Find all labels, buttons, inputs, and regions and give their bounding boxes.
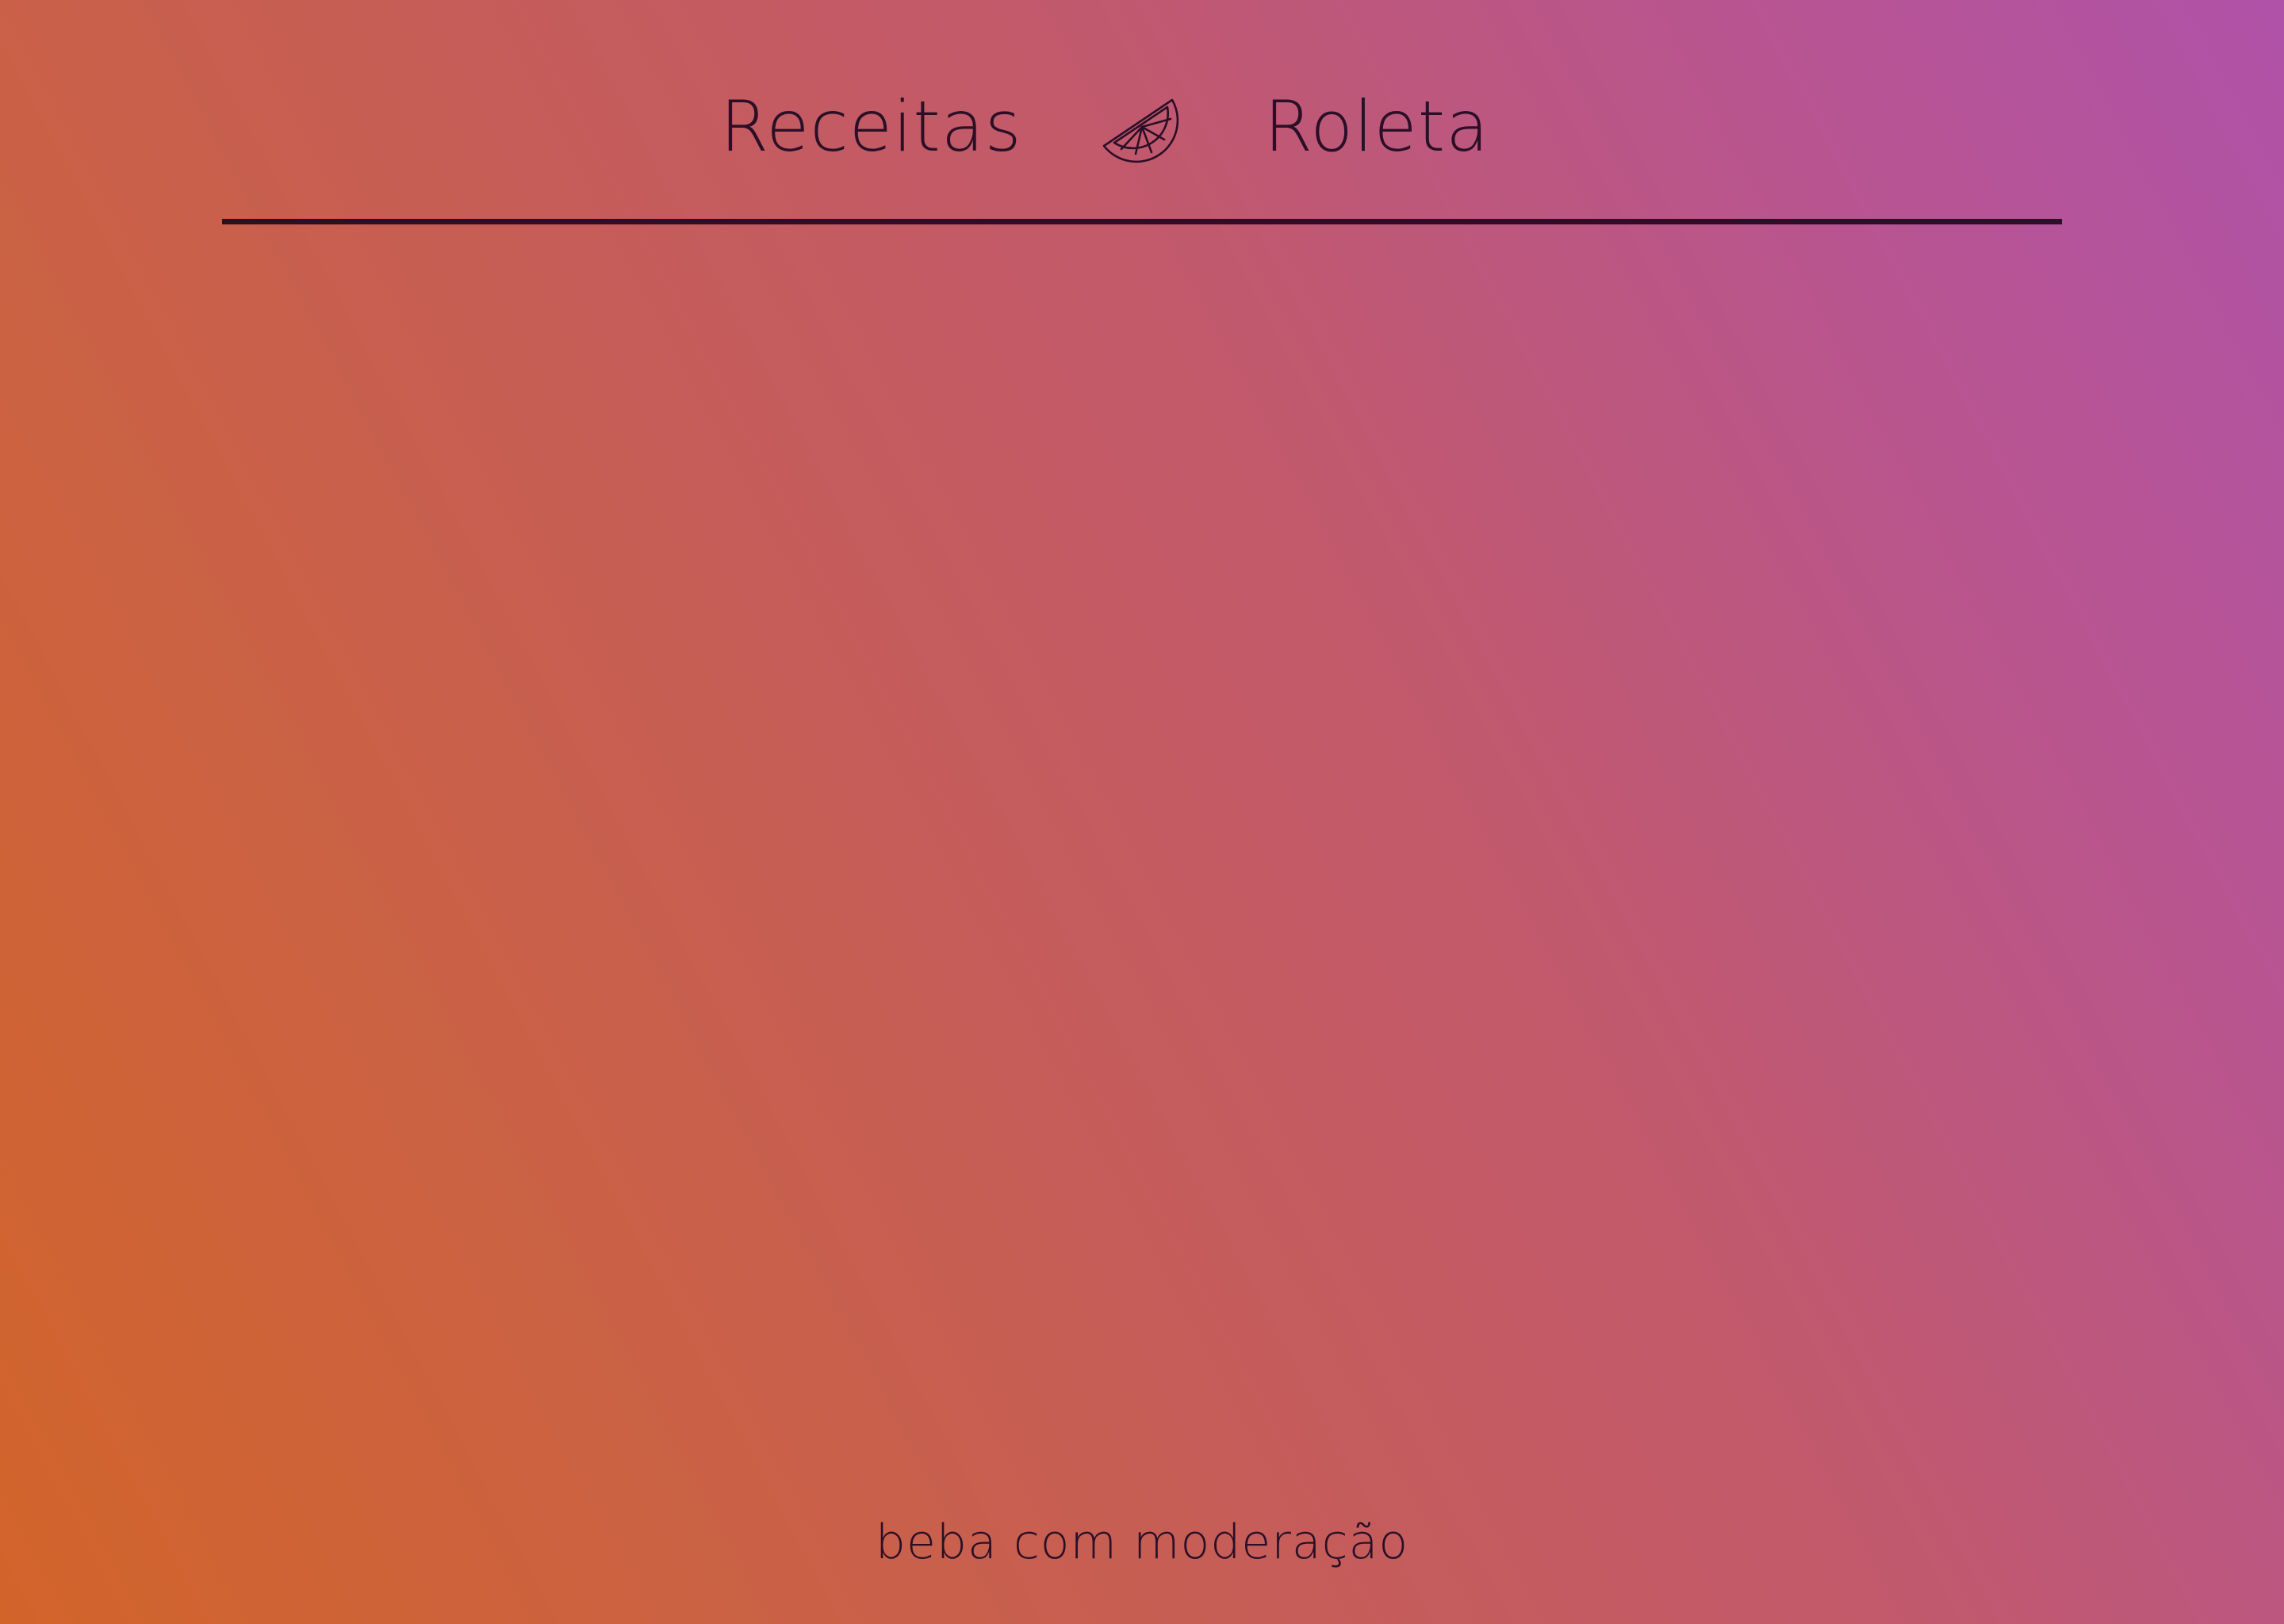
nav-link-roleta[interactable]: Roleta: [1264, 79, 1489, 174]
footer-disclaimer: beba com moderação: [875, 1515, 1409, 1570]
site-header: Receitas Roleta: [0, 0, 2284, 230]
lime-slice-icon: [1101, 95, 1183, 171]
header-divider: [222, 219, 2062, 224]
logo-home-link[interactable]: [1101, 95, 1183, 171]
nav-link-receitas[interactable]: Receitas: [720, 79, 1022, 174]
